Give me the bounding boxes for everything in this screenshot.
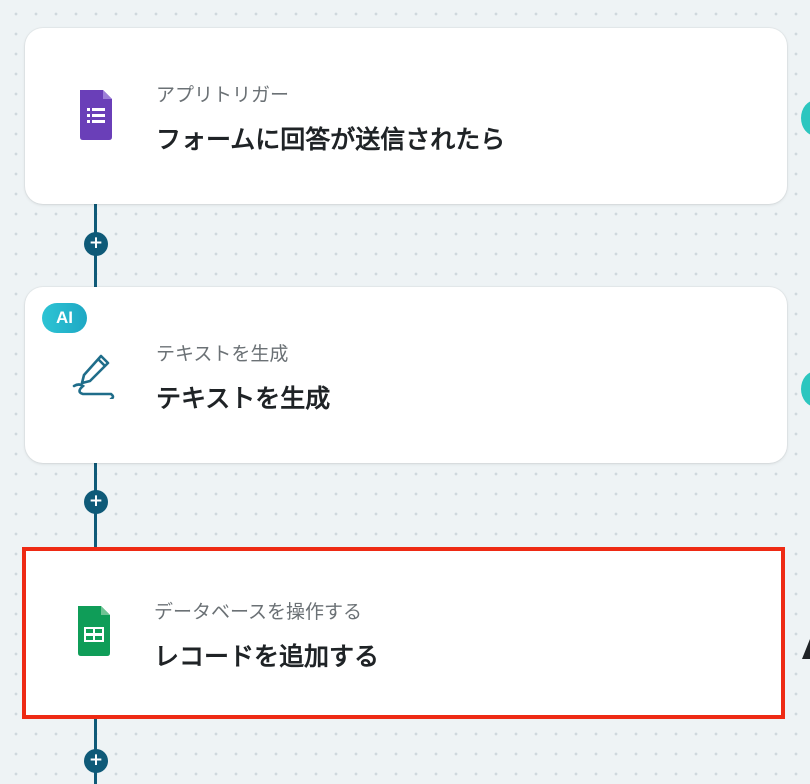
step-title: レコードを追加する [154,642,380,671]
google-sheets-icon [78,606,110,656]
step-status-indicator [801,371,810,407]
flow-step-card-database[interactable]: データベースを操作する レコードを追加する [22,547,785,719]
step-title: テキストを生成 [156,384,331,413]
step-type-label: データベースを操作する [154,601,363,623]
add-step-button[interactable]: + [84,232,108,256]
warning-icon [802,639,810,659]
step-type-label: テキストを生成 [156,343,289,365]
google-forms-icon [80,90,112,140]
flow-step-card-trigger[interactable]: アプリトリガー フォームに回答が送信されたら [25,28,787,204]
add-step-button[interactable]: + [84,749,108,773]
pen-stroke-icon [72,354,115,399]
ai-badge: AI [42,303,87,333]
step-title: フォームに回答が送信されたら [156,125,506,154]
step-type-label: アプリトリガー [156,84,290,106]
add-step-button[interactable]: + [84,490,108,514]
flow-step-card-ai[interactable]: AI テキストを生成 テキストを生成 [25,287,787,463]
step-status-indicator [801,100,810,136]
